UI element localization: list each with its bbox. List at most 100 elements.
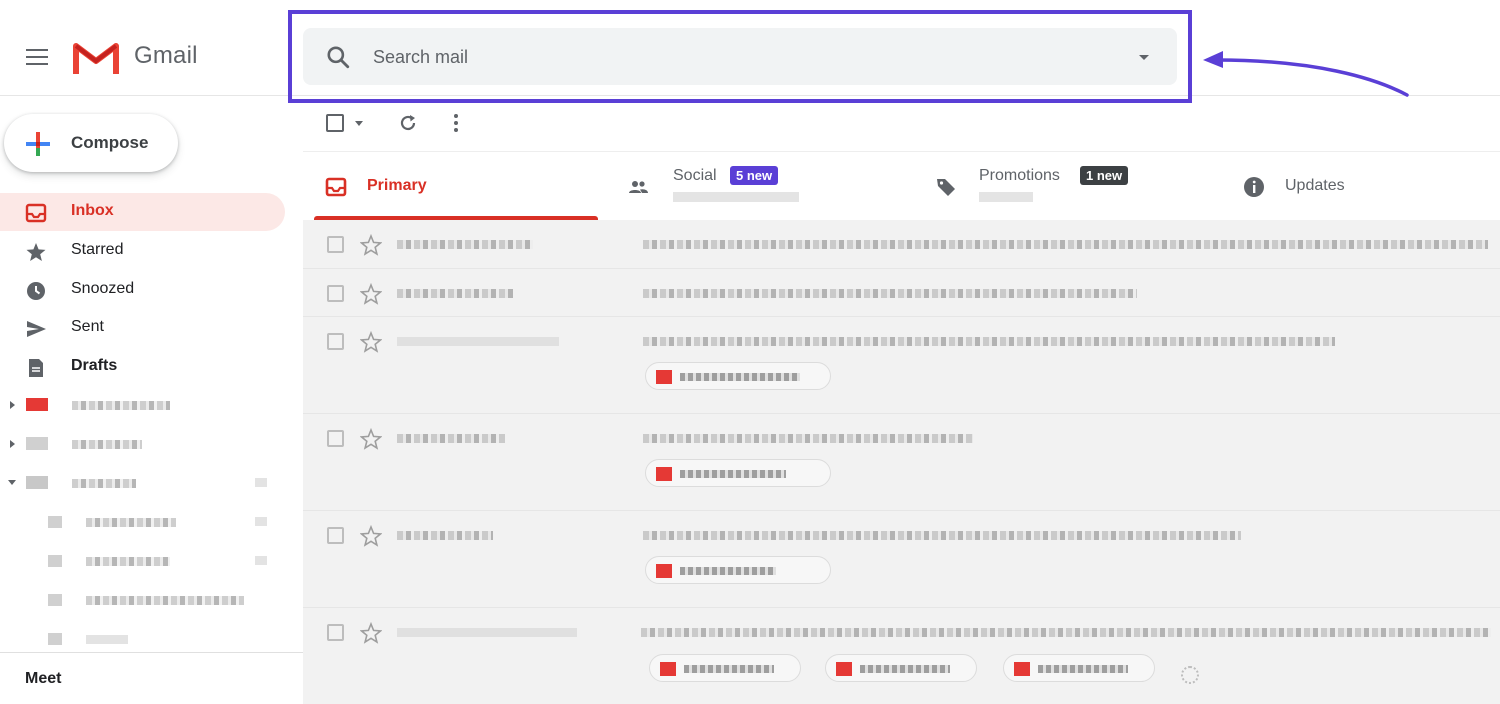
mail-row[interactable] <box>303 269 1500 317</box>
tab-promotions[interactable]: Promotions 1 new <box>915 152 1221 220</box>
row-checkbox[interactable] <box>327 236 344 253</box>
sidebar-item-starred[interactable]: Starred <box>0 232 285 270</box>
star-outline-icon[interactable] <box>360 331 382 353</box>
select-dropdown-icon[interactable] <box>355 121 363 126</box>
label-color-icon <box>48 516 62 528</box>
clock-icon <box>27 282 45 300</box>
blurred-label <box>86 557 170 566</box>
mail-row[interactable] <box>303 511 1500 608</box>
attachment-chip[interactable] <box>645 362 831 390</box>
attachment-chip[interactable] <box>645 459 831 487</box>
blurred-label <box>86 635 128 644</box>
category-tabs: Primary Social 5 new Promotions 1 new Up… <box>303 152 1500 220</box>
blurred-filename <box>680 373 800 381</box>
sidebar-label-row[interactable] <box>0 542 285 580</box>
blurred-count <box>255 478 267 487</box>
compose-label: Compose <box>71 133 149 152</box>
sidebar-label-row[interactable] <box>0 425 285 463</box>
select-all-checkbox[interactable] <box>326 114 344 132</box>
attachment-chip[interactable] <box>825 654 977 682</box>
blurred-filename <box>1038 665 1128 673</box>
blurred-label <box>72 401 170 410</box>
blurred-filename <box>860 665 950 673</box>
label-color-icon <box>26 398 48 411</box>
gmail-logo-icon[interactable] <box>72 40 120 76</box>
collapse-caret-icon[interactable] <box>8 480 16 485</box>
star-outline-icon[interactable] <box>360 283 382 305</box>
tab-social[interactable]: Social 5 new <box>609 152 915 220</box>
blurred-senders <box>979 192 1033 202</box>
star-outline-icon[interactable] <box>360 428 382 450</box>
mail-row[interactable] <box>303 220 1500 269</box>
row-checkbox[interactable] <box>327 527 344 544</box>
label-color-icon <box>48 594 62 606</box>
sidebar-item-inbox[interactable]: Inbox <box>0 193 285 231</box>
expand-caret-icon[interactable] <box>10 440 15 448</box>
file-icon <box>656 564 672 578</box>
attachment-chip[interactable] <box>649 654 801 682</box>
sidebar-label-row[interactable] <box>0 581 285 619</box>
mail-list <box>303 220 1500 704</box>
tab-primary[interactable]: Primary <box>303 152 609 220</box>
attachment-chip[interactable] <box>1003 654 1155 682</box>
menu-icon <box>26 49 48 51</box>
blurred-subject <box>643 531 1241 540</box>
blurred-filename <box>684 665 774 673</box>
mail-row[interactable] <box>303 317 1500 414</box>
main-menu-button[interactable] <box>22 42 52 72</box>
blurred-label <box>72 479 136 488</box>
tab-label: Updates <box>1285 177 1345 194</box>
sidebar-item-label: Snoozed <box>71 280 135 297</box>
meet-section-title: Meet <box>25 670 62 687</box>
more-options-icon[interactable] <box>451 112 461 134</box>
star-outline-icon[interactable] <box>360 525 382 547</box>
blurred-senders <box>673 192 799 202</box>
row-checkbox[interactable] <box>327 624 344 641</box>
blurred-subject <box>643 337 1335 346</box>
app-name: Gmail <box>134 42 198 69</box>
sidebar-item-drafts[interactable]: Drafts <box>0 348 285 386</box>
label-color-icon <box>26 476 48 489</box>
more-attachments-icon[interactable] <box>1181 666 1199 684</box>
blurred-sender <box>397 531 493 540</box>
blurred-subject <box>643 289 1137 298</box>
sidebar-item-snoozed[interactable]: Snoozed <box>0 271 285 309</box>
blurred-subject <box>641 628 1491 637</box>
mail-row[interactable] <box>303 608 1500 704</box>
row-checkbox[interactable] <box>327 285 344 302</box>
tag-icon <box>937 179 955 196</box>
row-checkbox[interactable] <box>327 430 344 447</box>
blurred-label <box>86 596 244 605</box>
file-icon <box>660 662 676 676</box>
blurred-label <box>72 440 142 449</box>
blurred-filename <box>680 470 786 478</box>
inbox-icon <box>25 203 47 223</box>
file-icon <box>656 467 672 481</box>
mail-row[interactable] <box>303 414 1500 511</box>
compose-button[interactable]: Compose <box>4 114 178 172</box>
expand-caret-icon[interactable] <box>10 401 15 409</box>
blurred-count <box>255 517 267 526</box>
star-icon <box>26 243 46 261</box>
tab-updates[interactable]: Updates <box>1221 152 1500 220</box>
file-icon <box>656 370 672 384</box>
tab-label: Primary <box>367 177 427 194</box>
row-checkbox[interactable] <box>327 333 344 350</box>
attachment-chip[interactable] <box>645 556 831 584</box>
star-outline-icon[interactable] <box>360 234 382 256</box>
plus-icon <box>26 132 50 156</box>
sidebar-label-row[interactable] <box>0 503 285 541</box>
sidebar-item-sent[interactable]: Sent <box>0 309 285 347</box>
file-icon <box>836 662 852 676</box>
sidebar-item-label: Starred <box>71 241 124 258</box>
meet-divider <box>0 652 303 653</box>
inbox-icon <box>325 177 347 197</box>
blurred-sender <box>397 337 559 346</box>
star-outline-icon[interactable] <box>360 622 382 644</box>
sidebar-label-row[interactable] <box>0 464 285 502</box>
sidebar-item-label: Inbox <box>71 202 114 219</box>
sidebar-label-row[interactable] <box>0 386 285 424</box>
refresh-icon[interactable] <box>397 112 419 134</box>
sidebar: Compose Inbox Starred Snoozed Sent Draft… <box>0 96 303 704</box>
mail-toolbar <box>303 96 1500 152</box>
